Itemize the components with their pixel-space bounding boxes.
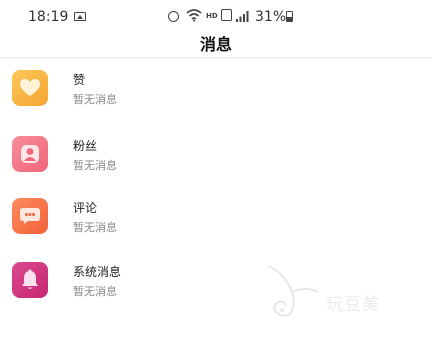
signal-icon — [236, 11, 249, 22]
gallery-icon — [74, 12, 86, 21]
message-title: 系统消息 — [73, 265, 122, 279]
watermark: 玩豆美 — [262, 262, 422, 322]
heart-icon — [12, 70, 48, 106]
alarm-icon — [168, 11, 179, 22]
comment-icon — [12, 198, 48, 234]
message-subtitle: 暂无消息 — [73, 221, 117, 234]
message-subtitle: 暂无消息 — [73, 159, 117, 172]
header-divider — [0, 57, 432, 59]
message-subtitle: 暂无消息 — [73, 93, 117, 106]
watermark-text: 玩豆美 — [326, 295, 380, 315]
status-time: 18:19 — [28, 9, 69, 25]
message-title: 评论 — [73, 201, 98, 215]
message-item-comments[interactable]: 评论 暂无消息 — [0, 198, 432, 254]
fan-icon — [12, 136, 48, 172]
status-bar: 18:19 HD 31% — [0, 0, 432, 30]
sim-icon — [221, 9, 232, 21]
page-title: 消息 — [199, 35, 232, 54]
message-title: 粉丝 — [73, 139, 98, 153]
wifi-icon — [186, 9, 202, 22]
watermark-bird-icon — [267, 265, 319, 317]
bell-icon — [12, 262, 48, 298]
battery-percent: 31% — [255, 9, 287, 25]
message-item-fans[interactable]: 粉丝 暂无消息 — [0, 136, 432, 192]
message-subtitle: 暂无消息 — [73, 285, 117, 298]
hd-label: HD — [206, 12, 218, 20]
battery-icon — [286, 11, 293, 22]
message-title: 赞 — [73, 73, 86, 87]
message-item-likes[interactable]: 赞 暂无消息 — [0, 70, 432, 126]
